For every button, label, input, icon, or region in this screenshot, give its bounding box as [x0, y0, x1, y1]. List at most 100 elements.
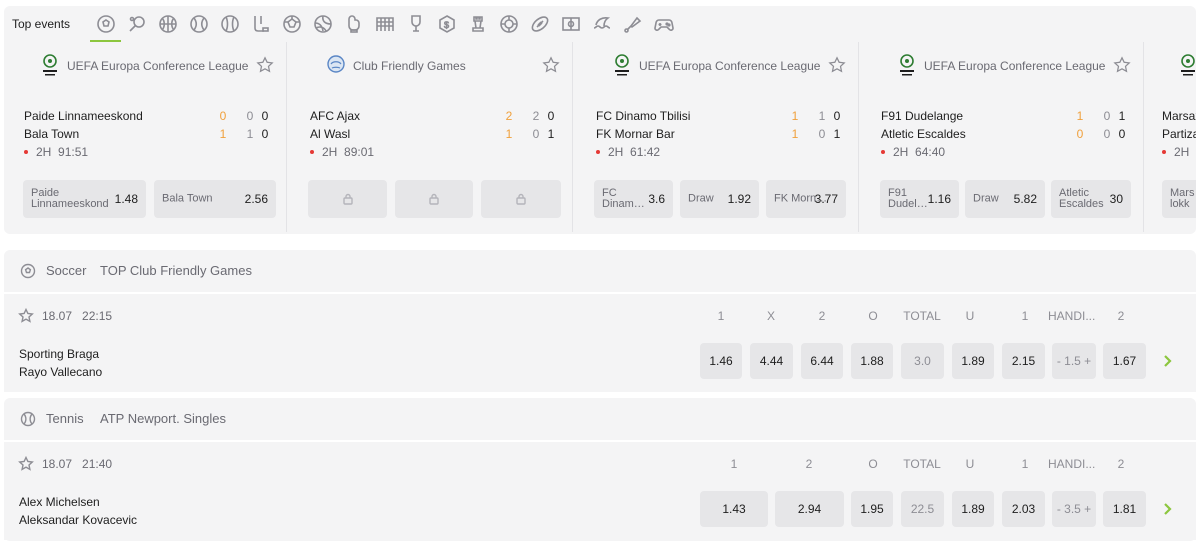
odd-label: Atletic Escaldes — [1059, 188, 1104, 210]
esports-icon[interactable]: $ — [431, 10, 462, 38]
home-team[interactable]: FC Dinamo Tbilisi — [596, 109, 690, 123]
chevron-right-icon[interactable] — [1162, 502, 1174, 516]
chess-icon[interactable] — [462, 10, 493, 38]
home-team[interactable]: Paide Linnameeskond — [24, 109, 143, 123]
match-period: 2H — [322, 145, 338, 159]
odd-cell[interactable]: 1.95 — [851, 491, 893, 527]
odd-cell[interactable]: 1.89 — [952, 491, 994, 527]
tennis-icon[interactable] — [183, 10, 214, 38]
odd-cell[interactable]: 1.46 — [700, 343, 742, 379]
odd-cell[interactable]: 4.44 — [750, 343, 793, 379]
handball-icon[interactable] — [369, 10, 400, 38]
event-row[interactable]: 18.07 21:40 Alex Michelsen Aleksandar Ko… — [4, 440, 1196, 540]
odd-cell[interactable]: 2.03 — [1002, 491, 1045, 527]
odd-button[interactable]: F91 Dudel… 1.16 — [880, 180, 959, 218]
away-team[interactable]: Atletic Escaldes — [881, 127, 966, 141]
odd-button[interactable]: Draw 5.82 — [965, 180, 1045, 218]
odd-cell[interactable]: 1.43 — [700, 491, 768, 527]
event-card[interactable]: Club Friendly Games AFC Ajax Al Wasl 2 2… — [290, 42, 573, 232]
american-football-icon[interactable] — [524, 10, 555, 38]
soccer-icon[interactable] — [90, 10, 121, 42]
home-team[interactable]: Sporting Braga — [19, 347, 99, 361]
market-header: TOTAL — [903, 309, 941, 323]
cricket-icon[interactable] — [400, 10, 431, 38]
odd-button[interactable]: Mars lokk — [1162, 180, 1196, 218]
away-half-score: 0 — [532, 127, 540, 141]
away-player[interactable]: Aleksandar Kovacevic — [19, 513, 137, 527]
section-header[interactable]: Soccer TOP Club Friendly Games — [4, 250, 1196, 292]
home-team[interactable]: Marsax — [1162, 109, 1196, 123]
home-team[interactable]: F91 Dudelange — [881, 109, 963, 123]
league-name[interactable]: TOP Club Friendly Games — [100, 263, 252, 278]
conference-league-logo-icon — [1181, 54, 1195, 76]
odd-cell[interactable]: 2.15 — [1002, 343, 1045, 379]
odd-button[interactable]: Bala Town 2.56 — [154, 180, 276, 218]
section-header[interactable]: Tennis ATP Newport. Singles — [4, 398, 1196, 440]
water-polo-icon[interactable] — [493, 10, 524, 38]
event-card[interactable]: UEFA Europa Conference League F91 Dudela… — [861, 42, 1144, 232]
odd-button[interactable]: Paide Linnameeskond 1.48 — [23, 180, 146, 218]
away-team[interactable]: Al Wasl — [310, 127, 350, 141]
market-header: O — [868, 309, 878, 323]
match-period: 2H — [1174, 145, 1190, 159]
handicap-line-cell[interactable]: - 1.5 + — [1052, 343, 1096, 379]
event-date: 18.07 — [42, 457, 73, 471]
event-card[interactable]: Marsax Partiza 2H Mars lokk — [1146, 42, 1196, 232]
badminton-icon[interactable] — [617, 10, 648, 38]
chevron-right-icon[interactable] — [1162, 354, 1174, 368]
league-name[interactable]: ATP Newport. Singles — [100, 411, 226, 426]
event-time: 21:40 — [82, 457, 113, 471]
odd-button[interactable]: FC Dinam… 3.6 — [594, 180, 673, 218]
gamepad-icon[interactable] — [648, 10, 679, 38]
field-hockey-icon[interactable] — [555, 10, 586, 38]
odd-cell[interactable]: 1.89 — [952, 343, 994, 379]
event-card[interactable]: UEFA Europa Conference League FC Dinamo … — [576, 42, 859, 232]
favorite-star-icon[interactable] — [256, 56, 274, 74]
away-period-score: 1 — [833, 127, 841, 141]
boxing-icon[interactable] — [338, 10, 369, 38]
odd-cell[interactable]: 1.81 — [1103, 491, 1146, 527]
market-header: 2 — [818, 309, 826, 323]
away-team[interactable]: FK Mornar Bar — [596, 127, 675, 141]
volleyball-icon[interactable] — [307, 10, 338, 38]
home-player[interactable]: Alex Michelsen — [19, 495, 100, 509]
club-friendly-logo-icon — [327, 55, 345, 73]
table-tennis-icon[interactable] — [121, 10, 152, 38]
odd-button[interactable]: Atletic Escaldes 30 — [1051, 180, 1131, 218]
event-section-soccer: Soccer TOP Club Friendly Games 18.07 22:… — [4, 250, 1196, 392]
live-status: 2H — [1162, 145, 1189, 159]
live-dot-icon — [881, 149, 885, 154]
surfing-icon[interactable] — [586, 10, 617, 38]
home-period-score: 1 — [1118, 109, 1126, 123]
favorite-star-icon[interactable] — [1113, 56, 1131, 74]
home-team[interactable]: AFC Ajax — [310, 109, 360, 123]
odd-cell[interactable]: 6.44 — [801, 343, 843, 379]
favorite-star-icon[interactable] — [828, 56, 846, 74]
away-team[interactable]: Partiza — [1162, 127, 1196, 141]
home-score: 0 — [219, 109, 227, 123]
market-header: HANDI... — [1048, 309, 1096, 323]
market-header: 1 — [1021, 457, 1029, 471]
favorite-star-icon[interactable] — [542, 56, 560, 74]
event-row[interactable]: 18.07 22:15 Sporting Braga Rayo Vallecan… — [4, 292, 1196, 392]
handicap-line-cell[interactable]: - 3.5 + — [1052, 491, 1096, 527]
event-card[interactable]: UEFA Europa Conference League Paide Linn… — [4, 42, 287, 232]
basketball-icon[interactable] — [152, 10, 183, 38]
odd-cell[interactable]: 1.67 — [1103, 343, 1146, 379]
league-name: Club Friendly Games — [353, 59, 466, 73]
odd-button[interactable]: FK Morn… 3.77 — [766, 180, 846, 218]
event-date: 18.07 — [42, 309, 73, 323]
favorite-star-icon[interactable] — [18, 307, 34, 324]
baseball-icon[interactable] — [214, 10, 245, 38]
conference-league-logo-icon — [43, 54, 57, 76]
odd-button[interactable]: Draw 1.92 — [680, 180, 759, 218]
live-status: 2H 64:40 — [881, 145, 945, 159]
away-score: 1 — [791, 127, 799, 141]
away-team[interactable]: Rayo Vallecano — [19, 365, 102, 379]
ice-hockey-icon[interactable] — [245, 10, 276, 38]
odd-cell[interactable]: 2.94 — [775, 491, 844, 527]
away-team[interactable]: Bala Town — [24, 127, 79, 141]
favorite-star-icon[interactable] — [18, 455, 34, 472]
futsal-icon[interactable] — [276, 10, 307, 38]
odd-cell[interactable]: 1.88 — [851, 343, 893, 379]
